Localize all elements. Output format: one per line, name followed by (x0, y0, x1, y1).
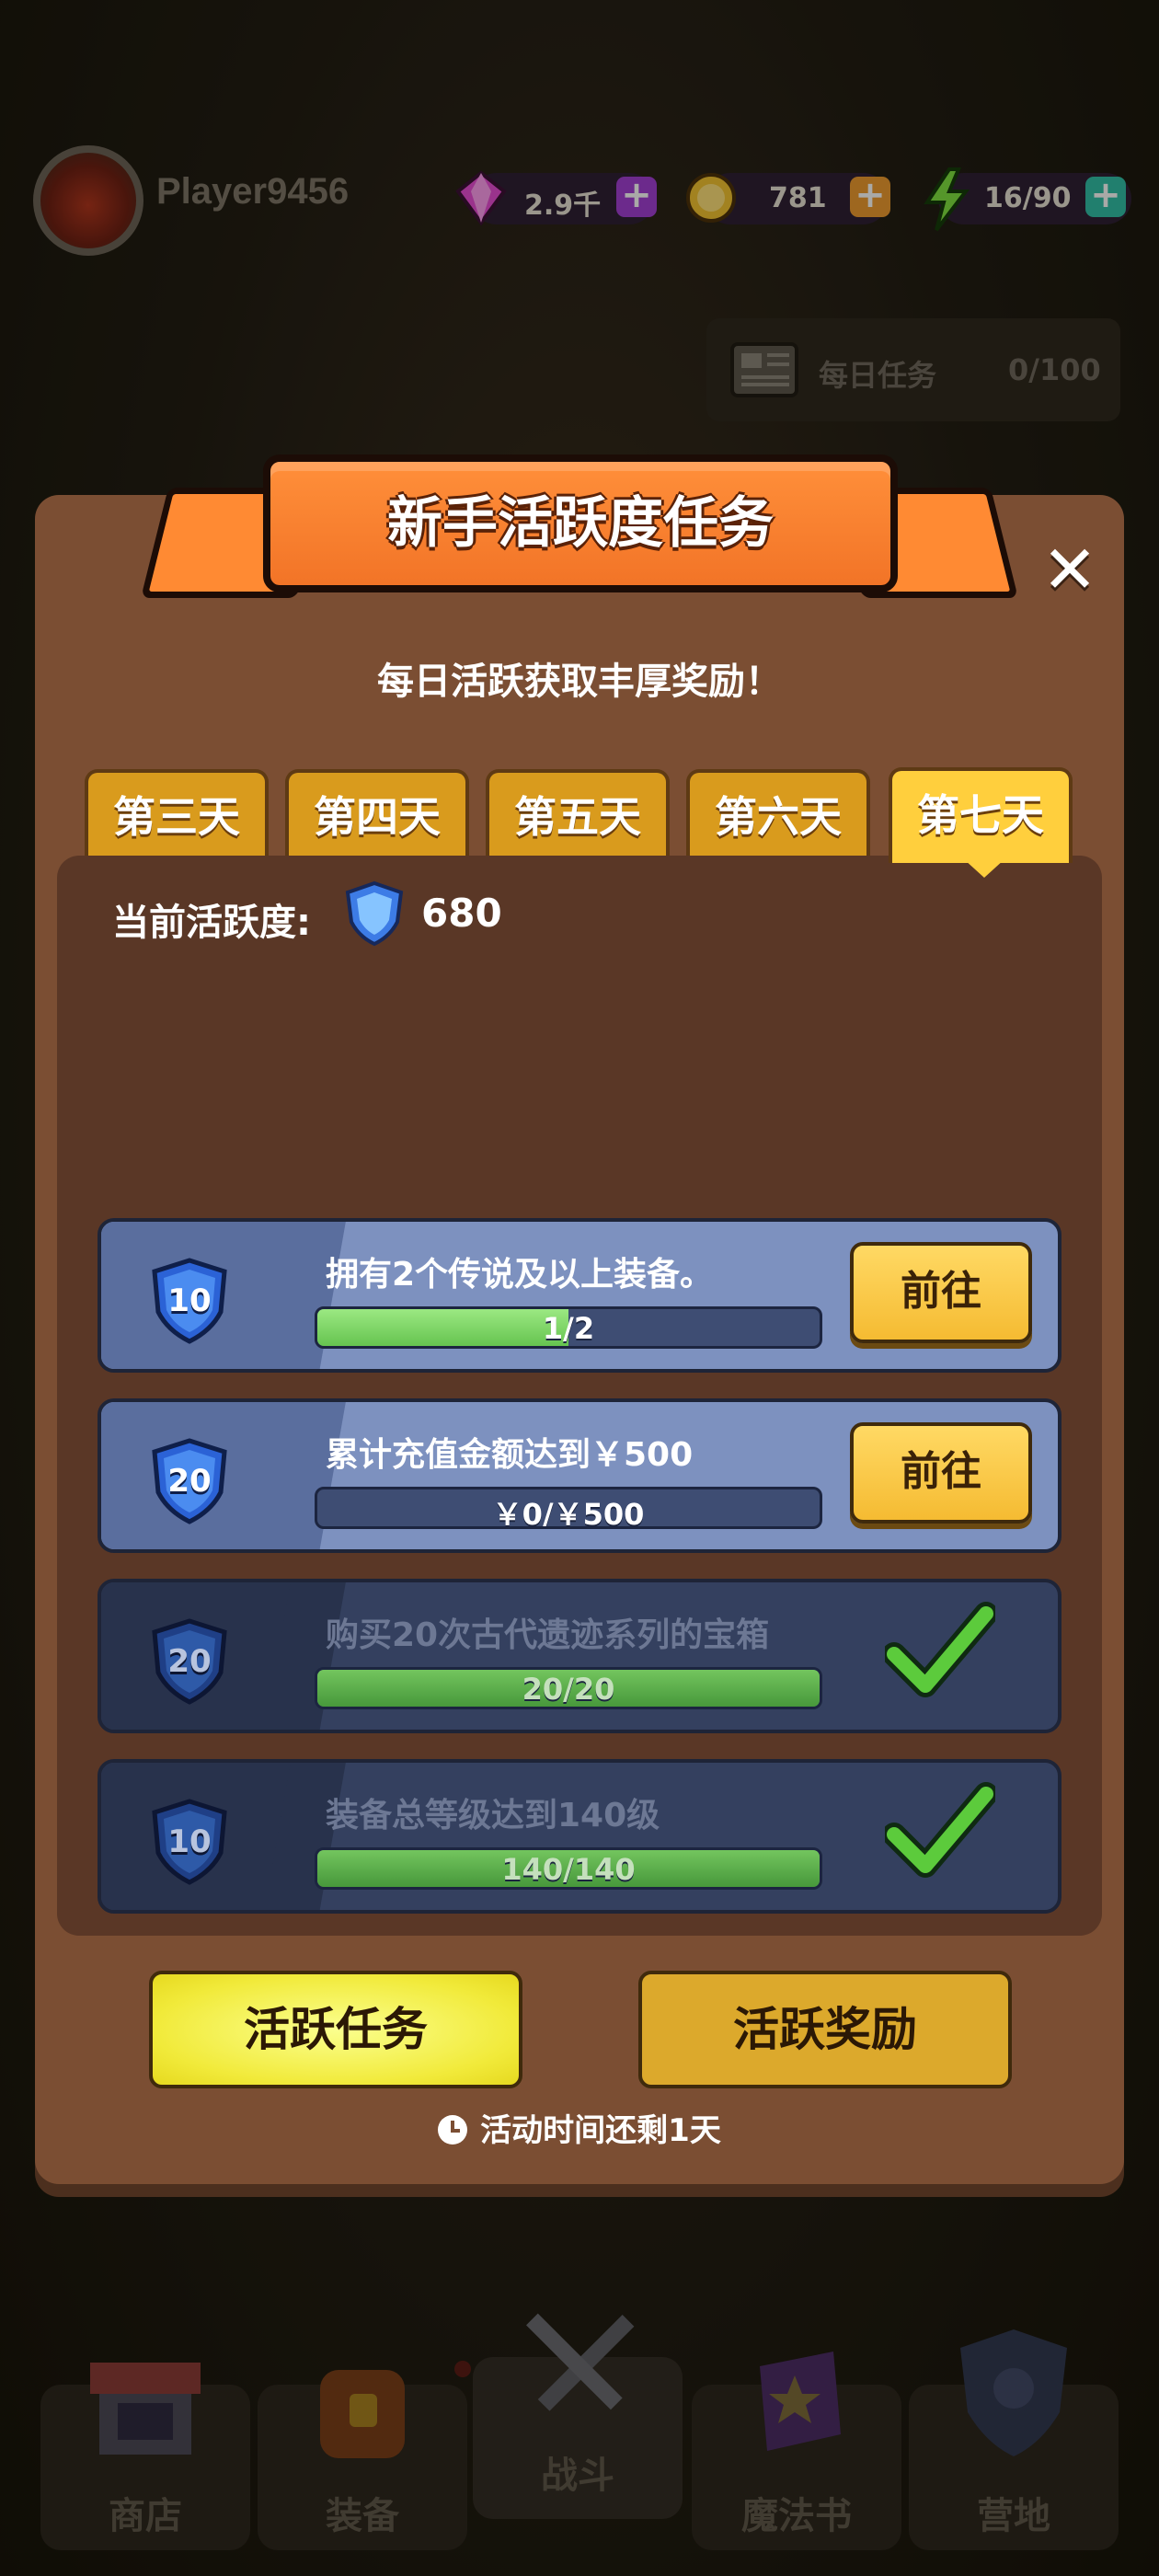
tab-day-4[interactable]: 第四天 (285, 769, 469, 861)
task-points: 20 (167, 1643, 212, 1680)
progress-text: 20/20 (522, 1672, 615, 1707)
clock-icon (438, 2115, 468, 2145)
task-row: 20 购买20次古代遗迹系列的宝箱 20/20 (98, 1579, 1061, 1733)
tab-day-6[interactable]: 第六天 (686, 769, 870, 861)
active-tasks-button[interactable]: 活跃任务 (149, 1971, 522, 2088)
progress-text: ￥0/￥500 (492, 1497, 645, 1529)
tab-day-3[interactable]: 第三天 (85, 769, 269, 861)
task-progress-bar: 20/20 (315, 1667, 822, 1709)
active-tab-pointer (964, 859, 1004, 878)
progress-text: 140/140 (501, 1852, 636, 1887)
close-button[interactable]: ✕ (1038, 536, 1102, 603)
task-progress-bar: ￥0/￥500 (315, 1487, 822, 1529)
task-description: 累计充值金额达到￥500 (326, 1436, 694, 1474)
activity-shield-icon (345, 880, 404, 947)
task-progress-bar: 140/140 (315, 1847, 822, 1890)
task-row: 20 累计充值金额达到￥500 ￥0/￥500 前往 (98, 1398, 1061, 1553)
progress-text: 1/2 (542, 1311, 595, 1346)
task-description: 拥有2个传说及以上装备。 (326, 1256, 714, 1294)
task-description: 购买20次古代遗迹系列的宝箱 (326, 1616, 770, 1654)
modal-subtitle: 每日活跃获取丰厚奖励！ (377, 661, 782, 703)
task-description: 装备总等级达到140级 (326, 1797, 660, 1834)
task-progress-bar: 1/2 (315, 1306, 822, 1349)
task-row: 10 拥有2个传说及以上装备。 1/2 前往 (98, 1218, 1061, 1373)
points-shield-icon: 10 (145, 1798, 234, 1886)
task-row: 10 装备总等级达到140级 140/140 (98, 1759, 1061, 1914)
time-remaining-text: 活动时间还剩1天 (480, 2112, 721, 2149)
points-shield-icon: 20 (145, 1437, 234, 1525)
tab-day-7[interactable]: 第七天 (889, 767, 1073, 863)
task-points: 20 (167, 1463, 212, 1500)
checkmark-icon (885, 1782, 995, 1878)
activity-label: 当前活跃度: (112, 902, 311, 944)
time-remaining-row: 活动时间还剩1天 (35, 2105, 1124, 2150)
checkmark-icon (885, 1602, 995, 1697)
task-points: 10 (167, 1282, 212, 1319)
points-shield-icon: 10 (145, 1257, 234, 1345)
task-points: 10 (167, 1823, 212, 1860)
activity-value: 680 (421, 891, 502, 936)
tab-day-5[interactable]: 第五天 (486, 769, 670, 861)
go-button[interactable]: 前往 (850, 1422, 1032, 1524)
active-rewards-button[interactable]: 活跃奖励 (638, 1971, 1012, 2088)
points-shield-icon: 20 (145, 1617, 234, 1706)
modal-title: 新手活跃度任务 (387, 491, 774, 556)
go-button[interactable]: 前往 (850, 1242, 1032, 1343)
